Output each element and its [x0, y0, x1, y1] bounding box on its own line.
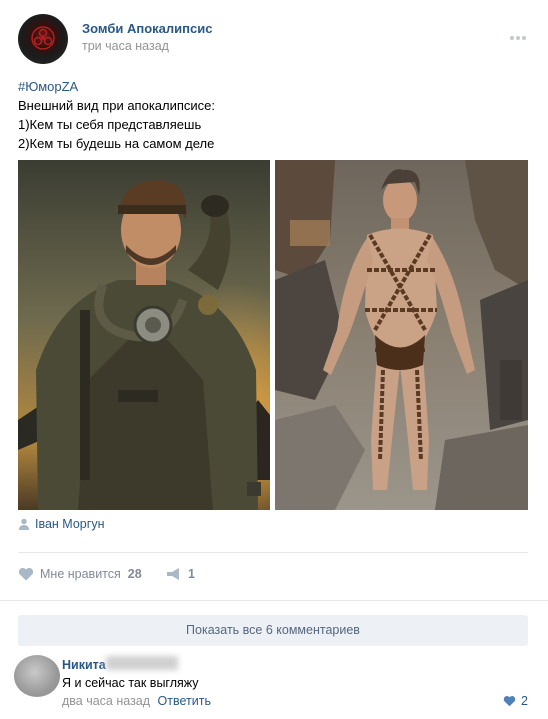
biohazard-icon — [31, 26, 55, 50]
wall-post: Зомби Апокалипсис три часа назад #ЮморZA… — [0, 0, 548, 719]
more-icon[interactable] — [510, 27, 528, 40]
comment-text: Я и сейчас так выгляжу — [62, 676, 199, 690]
post-time[interactable]: три часа назад — [82, 39, 169, 53]
like-label: Мне нравится — [40, 567, 121, 581]
reply-button[interactable]: Ответить — [158, 694, 211, 708]
community-avatar[interactable] — [18, 14, 68, 64]
comment-time[interactable]: два часа назад — [62, 694, 150, 708]
survivor-illustration — [18, 160, 270, 510]
comment-like-count: 2 — [521, 694, 528, 708]
comment-author[interactable]: Никита — [62, 658, 106, 672]
post-hashtag[interactable]: #ЮморZA — [18, 77, 215, 96]
share-icon — [167, 568, 179, 580]
comment-like-button[interactable]: 2 — [503, 694, 528, 708]
divider — [0, 600, 548, 601]
post-photo-2[interactable] — [275, 160, 528, 510]
share-count: 1 — [188, 567, 195, 581]
comment-author-redacted — [106, 656, 178, 670]
post-signer[interactable]: Іван Моргун — [18, 517, 104, 531]
comment-meta: два часа назад Ответить — [62, 694, 211, 708]
post-text-line: Внешний вид при апокалипсисе: — [18, 98, 216, 113]
share-button[interactable]: 1 — [166, 567, 195, 581]
comment-avatar[interactable] — [14, 655, 60, 697]
post-text-line: 2)Кем ты будешь на самом деле — [18, 136, 215, 151]
post-text: #ЮморZA Внешний вид при апокалипсисе: 1)… — [18, 77, 215, 153]
post-photo-1[interactable] — [18, 160, 270, 510]
like-count: 28 — [127, 567, 142, 581]
show-all-comments-button[interactable]: Показать все 6 комментариев — [18, 615, 528, 646]
chained-man-photo — [275, 160, 528, 510]
heart-icon — [503, 696, 516, 707]
signer-name: Іван Моргун — [35, 517, 105, 531]
post-text-line: 1)Кем ты себя представляешь — [18, 117, 202, 132]
person-icon — [19, 518, 29, 530]
post-author[interactable]: Зомби Апокалипсис — [82, 21, 212, 36]
like-button[interactable]: Мне нравится 28 — [18, 567, 142, 581]
divider — [18, 552, 528, 553]
heart-icon — [18, 567, 34, 581]
